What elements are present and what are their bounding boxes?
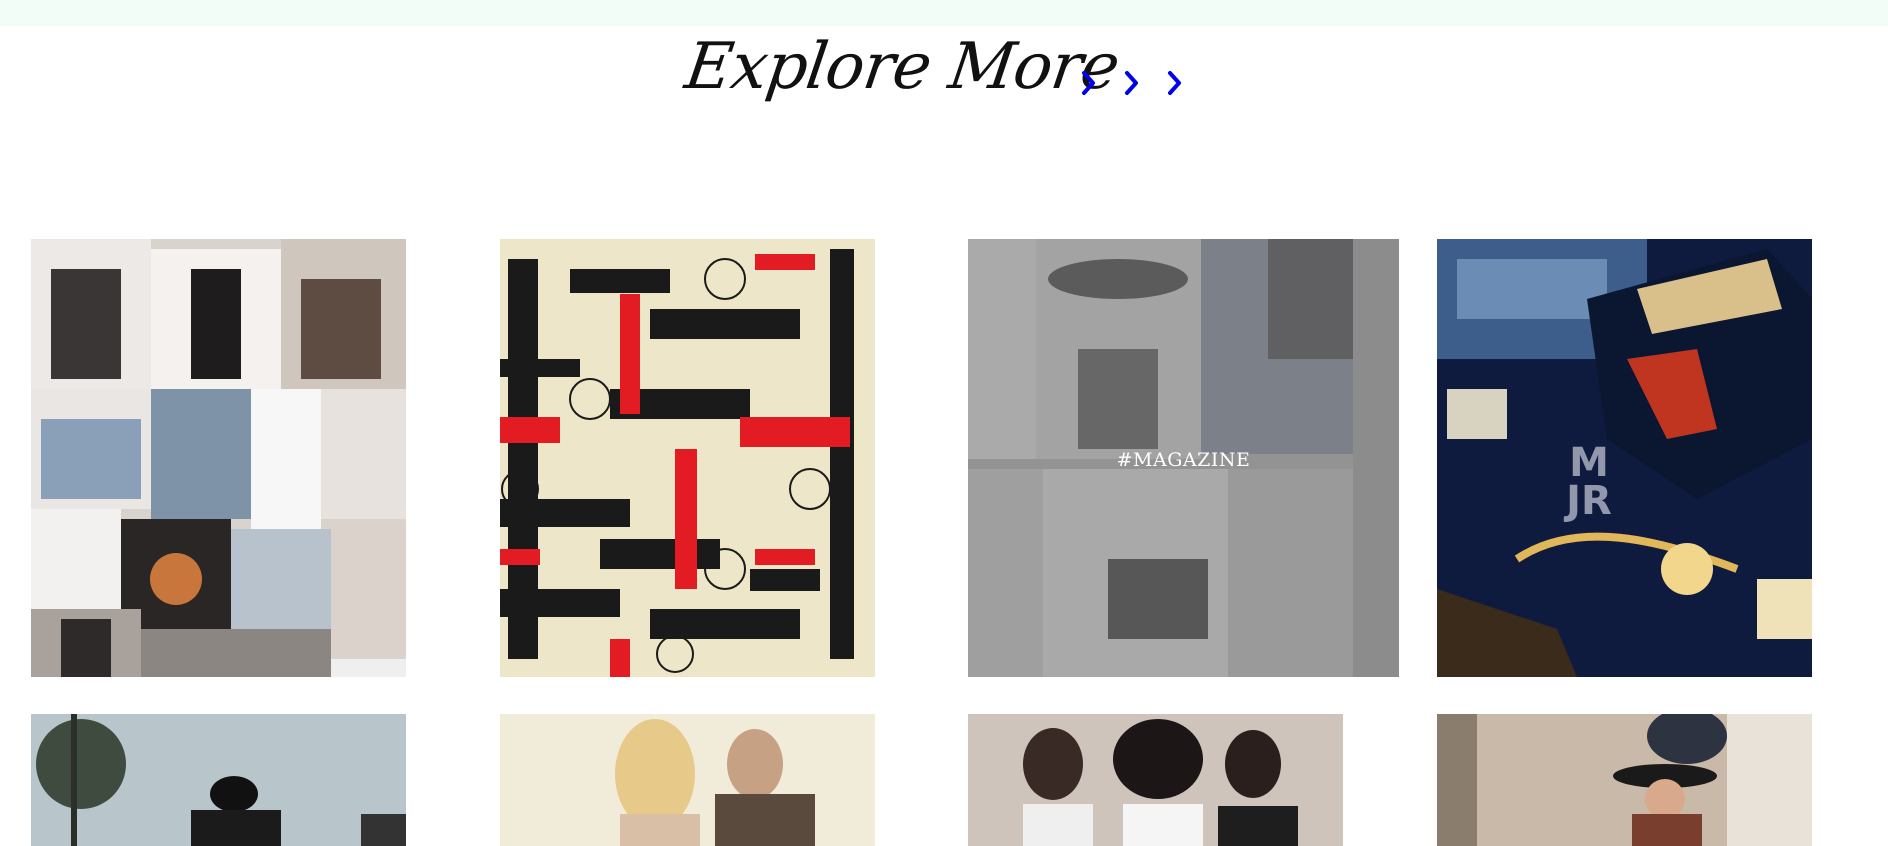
tile-magazine[interactable]: #MAGAZINE bbox=[968, 239, 1399, 677]
chevron-right-icon bbox=[1082, 71, 1095, 95]
chevron-right-icon bbox=[1168, 71, 1181, 95]
couple-image bbox=[500, 714, 875, 846]
tile-group[interactable] bbox=[968, 714, 1343, 846]
chevron-arrows[interactable] bbox=[1076, 66, 1186, 100]
sneakers-image bbox=[1437, 239, 1812, 677]
tile-sneakers[interactable]: M JR bbox=[1437, 239, 1812, 677]
fashion-typography-image bbox=[500, 239, 875, 677]
city-hat-image bbox=[1437, 714, 1812, 846]
top-band bbox=[0, 0, 1888, 26]
tile-fashion-typography[interactable] bbox=[500, 239, 875, 677]
tile-couple[interactable] bbox=[500, 714, 875, 846]
street-image bbox=[31, 714, 406, 846]
page-title: Explore More bbox=[680, 30, 1124, 104]
group-image bbox=[968, 714, 1343, 846]
chevron-right-icon bbox=[1125, 71, 1138, 95]
collage-image bbox=[31, 239, 406, 677]
mjr-logo: M JR bbox=[1566, 440, 1612, 524]
magazine-caption: #MAGAZINE bbox=[1116, 449, 1251, 472]
tile-city-hat[interactable] bbox=[1437, 714, 1812, 846]
tile-street[interactable] bbox=[31, 714, 406, 846]
tile-collage[interactable] bbox=[31, 239, 406, 677]
